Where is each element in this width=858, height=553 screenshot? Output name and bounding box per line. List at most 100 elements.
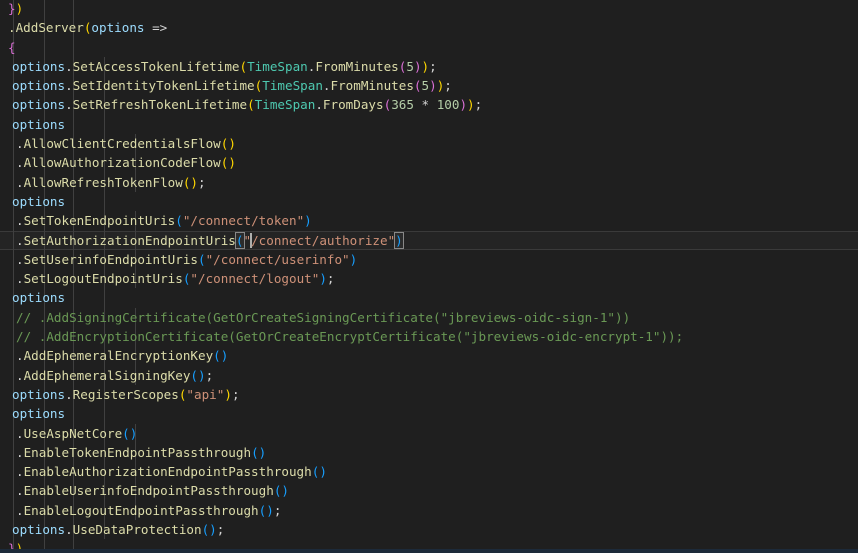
code-number-literal: 5 [421,78,430,94]
code-line[interactable]: options.SetRefreshTokenLifetime(TimeSpan… [0,95,858,114]
code-operator: * [413,97,437,113]
code-operator: ; [231,386,240,402]
code-bracket: ) [413,58,422,74]
code-line[interactable]: options.RegisterScopes("api"); [0,385,858,404]
code-number-literal: 5 [406,58,414,74]
code-bracket: ) [319,271,327,287]
code-bracket: ) [281,483,289,499]
code-method-name: EnableAuthorizationEndpointPassthrough [23,464,312,480]
code-line[interactable]: .EnableAuthorizationEndpointPassthrough(… [0,462,858,481]
code-method-name: SetUserinfoEndpointUris [23,251,198,267]
code-operator: ; [444,78,452,94]
code-line[interactable]: .UseAspNetCore() [0,424,858,443]
code-identifier: options [12,58,66,74]
code-line[interactable]: .EnableUserinfoEndpointPassthrough() [0,481,858,500]
code-bracket: ) [467,97,475,113]
code-method-name: EnableUserinfoEndpointPassthrough [23,483,274,499]
code-identifier: options [91,20,145,36]
code-method-name: AddEphemeralSigningKey [23,367,191,383]
code-bracket: ( [413,78,422,94]
code-editor[interactable]: }) .AddServer(options =>{options.SetAcces… [0,0,858,553]
code-string-literal: "/connect/logout" [190,271,320,287]
code-operator: . [65,97,73,113]
code-type-name: TimeSpan [262,78,323,94]
code-identifier: options [12,193,66,209]
code-line[interactable]: .AddEphemeralEncryptionKey() [0,346,858,365]
code-line[interactable]: .SetAuthorizationEndpointUris("/connect/… [0,231,858,250]
code-line[interactable]: options [0,192,858,211]
code-line[interactable]: .SetUserinfoEndpointUris("/connect/useri… [0,250,858,269]
code-line[interactable]: options [0,404,858,423]
code-operator: ; [429,58,437,74]
code-method-name: EnableTokenEndpointPassthrough [23,444,252,460]
code-line[interactable]: .AllowRefreshTokenFlow(); [0,173,858,192]
code-operator: . [16,367,24,383]
code-operator: . [16,502,24,518]
code-line[interactable]: .AllowClientCredentialsFlow() [0,134,858,153]
code-line[interactable]: .AddEphemeralSigningKey(); [0,366,858,385]
code-line[interactable]: .AddServer(options => [0,18,858,37]
code-line[interactable]: options [0,115,858,134]
code-line[interactable]: // .AddEncryptionCertificate(GetOrCreate… [0,327,858,346]
code-identifier: options [12,386,66,402]
code-bracket: ) [198,367,206,383]
code-method-name: SetIdentityTokenLifetime [72,78,255,94]
code-bracket: ) [319,464,327,480]
code-identifier: options [12,522,66,538]
code-line[interactable]: }) [0,0,858,18]
code-method-name: SetTokenEndpointUris [23,213,176,229]
code-bracket: { [8,39,16,55]
code-operator: ; [198,174,206,190]
code-line[interactable]: .EnableTokenEndpointPassthrough() [0,443,858,462]
code-bracket: ( [251,444,259,460]
code-line[interactable]: options [0,288,858,307]
code-line[interactable]: { [0,38,858,57]
code-bracket: ) [421,58,430,74]
code-identifier: options [12,116,66,132]
code-operator: . [315,97,323,113]
code-line[interactable]: options.SetAccessTokenLifetime(TimeSpan.… [0,57,858,76]
code-bracket: ) [258,444,267,460]
code-operator: ; [326,271,335,287]
code-line[interactable]: options.SetIdentityTokenLifetime(TimeSpa… [0,76,858,95]
code-string-literal: "api" [186,386,225,402]
code-bracket: ( [197,251,206,267]
code-comment: // .AddEncryptionCertificate(GetOrCreate… [16,329,684,345]
code-bracket: ) [190,174,199,190]
code-line[interactable]: .SetLogoutEndpointUris("/connect/logout"… [0,269,858,288]
code-bracket: ) [209,522,217,538]
code-identifier: options [12,406,66,422]
code-operator: . [16,425,24,441]
code-operator: . [16,444,24,460]
code-operator: . [16,174,24,190]
code-bracket: ) [129,425,138,441]
code-method-name: .AddServer [8,20,84,36]
code-operator: . [16,213,24,229]
code-operator: . [16,251,24,267]
code-string-literal: "/connect/userinfo" [205,251,350,267]
code-bracket: ) [349,251,358,267]
code-method-name: FromMinutes [315,58,399,74]
code-line[interactable]: .EnableLogoutEndpointPassthrough(); [0,501,858,520]
code-bracket: ( [122,425,130,441]
code-method-name: SetAccessTokenLifetime [72,58,240,74]
code-line[interactable]: .SetTokenEndpointUris("/connect/token") [0,211,858,230]
code-identifier: options [12,97,66,113]
code-operator: ; [205,367,214,383]
code-bracket: ) [304,213,312,229]
bracket-match-open: ( [234,231,245,249]
code-identifier: options [12,290,66,306]
code-line[interactable]: options.UseDataProtection(); [0,520,858,539]
code-line[interactable]: // .AddSigningCertificate(GetOrCreateSig… [0,308,858,327]
code-method-name: UseAspNetCore [23,425,123,441]
code-line[interactable]: .AllowAuthorizationCodeFlow() [0,153,858,172]
code-operator: ; [273,502,282,518]
code-content[interactable]: }) .AddServer(options =>{options.SetAcces… [0,0,858,553]
code-operator: . [65,386,73,402]
code-bracket: ) [429,78,437,94]
status-bar-strip [0,549,858,553]
code-operator: . [16,483,24,499]
code-method-name: EnableLogoutEndpointPassthrough [23,502,259,518]
code-bracket: ) [15,1,24,16]
code-operator: . [16,348,24,364]
